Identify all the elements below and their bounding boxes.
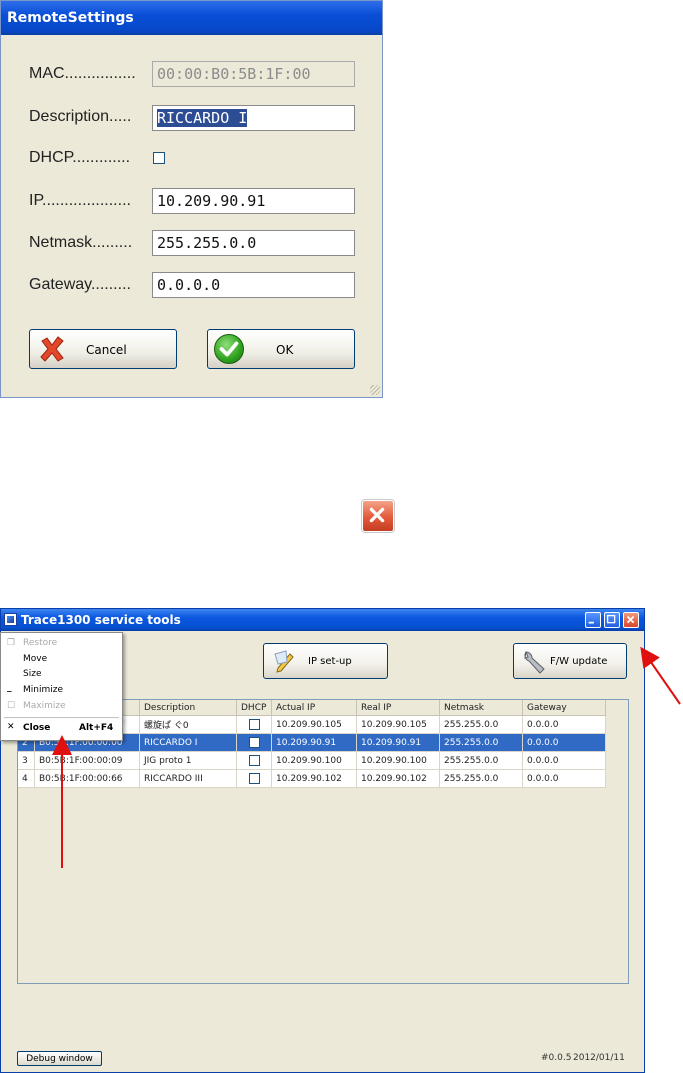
arrow-to-window-close [640,646,681,705]
annotation-arrows [52,646,681,868]
